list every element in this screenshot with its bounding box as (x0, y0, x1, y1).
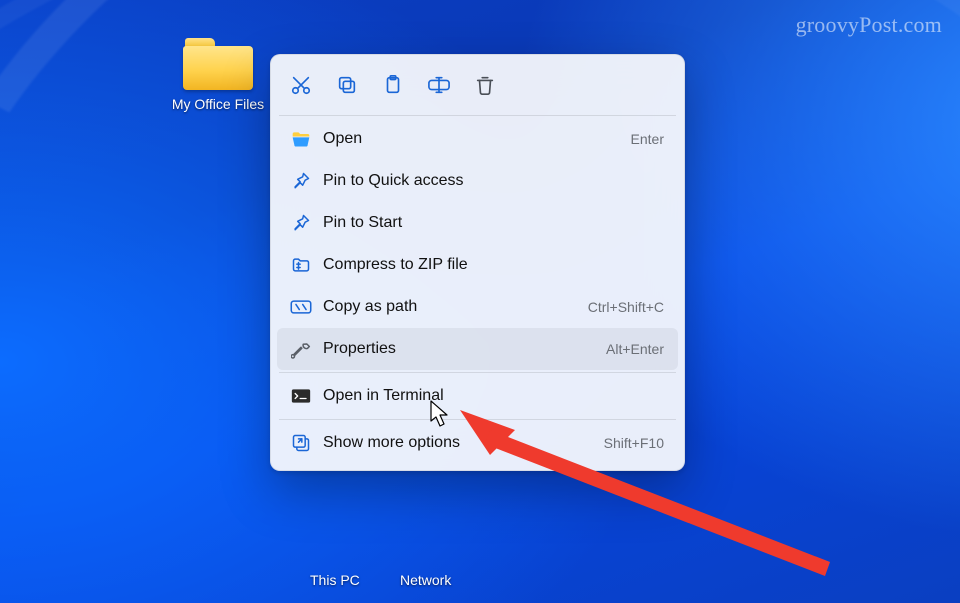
menu-item-pin-quick-access[interactable]: Pin to Quick access (277, 160, 678, 202)
menu-label: Show more options (323, 434, 604, 452)
delete-icon[interactable] (465, 65, 505, 105)
menu-label: Pin to Start (323, 214, 664, 232)
menu-shortcut: Enter (631, 131, 664, 147)
folder-open-icon (287, 129, 315, 149)
menu-shortcut: Alt+Enter (606, 341, 664, 357)
menu-divider (279, 372, 676, 373)
menu-item-open[interactable]: Open Enter (277, 118, 678, 160)
folder-icon (183, 38, 253, 90)
menu-label: Pin to Quick access (323, 172, 664, 190)
pin-icon (287, 213, 315, 233)
watermark-text: groovyPost.com (796, 12, 942, 38)
cut-icon[interactable] (281, 65, 321, 105)
rename-icon[interactable] (419, 65, 459, 105)
menu-label: Properties (323, 340, 606, 358)
menu-label: Open (323, 130, 631, 148)
menu-item-copy-as-path[interactable]: Copy as path Ctrl+Shift+C (277, 286, 678, 328)
wrench-icon (287, 339, 315, 359)
more-options-icon (287, 433, 315, 453)
menu-item-compress-zip[interactable]: Compress to ZIP file (277, 244, 678, 286)
context-menu: Open Enter Pin to Quick access Pin to St… (270, 54, 685, 471)
terminal-icon (287, 388, 315, 404)
copy-path-icon (287, 298, 315, 316)
menu-item-show-more-options[interactable]: Show more options Shift+F10 (277, 422, 678, 464)
menu-item-open-terminal[interactable]: Open in Terminal (277, 375, 678, 417)
pin-icon (287, 171, 315, 191)
desktop-label-this-pc[interactable]: This PC (310, 572, 360, 588)
desktop-label-network[interactable]: Network (400, 572, 451, 588)
menu-divider (279, 115, 676, 116)
menu-label: Compress to ZIP file (323, 256, 664, 274)
copy-icon[interactable] (327, 65, 367, 105)
desktop-folder[interactable]: My Office Files (168, 38, 268, 114)
menu-shortcut: Shift+F10 (604, 435, 664, 451)
menu-label: Open in Terminal (323, 387, 664, 405)
paste-icon[interactable] (373, 65, 413, 105)
menu-divider (279, 419, 676, 420)
menu-item-properties[interactable]: Properties Alt+Enter (277, 328, 678, 370)
desktop-folder-label: My Office Files (168, 96, 268, 114)
menu-shortcut: Ctrl+Shift+C (588, 299, 664, 315)
menu-item-pin-start[interactable]: Pin to Start (277, 202, 678, 244)
context-menu-icon-row (277, 61, 678, 113)
zip-icon (287, 255, 315, 275)
menu-label: Copy as path (323, 298, 588, 316)
